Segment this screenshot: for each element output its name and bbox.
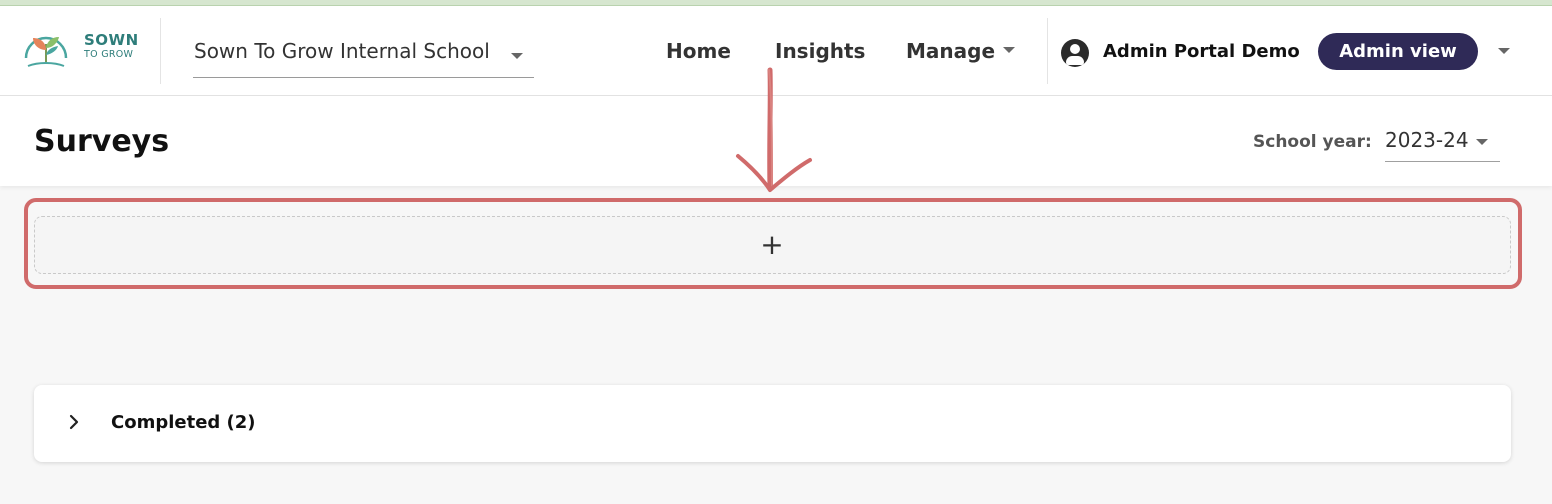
chevron-down-icon[interactable] — [1003, 47, 1015, 53]
nav-manage[interactable]: Manage — [906, 39, 995, 63]
sown-to-grow-logo[interactable]: SOWN TO GROW — [22, 28, 152, 78]
logo-line-1: SOWN — [84, 31, 139, 49]
school-selector-value: Sown To Grow Internal School — [194, 39, 490, 63]
account-icon-head — [1070, 44, 1080, 54]
nav-insights[interactable]: Insights — [775, 39, 865, 63]
logo-wordmark: SOWN TO GROW — [84, 32, 139, 61]
page-title: Surveys — [34, 124, 170, 159]
chevron-down-icon[interactable] — [1498, 48, 1510, 54]
divider — [160, 18, 161, 84]
logo-line-2: TO GROW — [84, 49, 134, 60]
nav-home[interactable]: Home — [666, 39, 731, 63]
school-year-label: School year: — [1253, 132, 1372, 152]
admin-view-badge[interactable]: Admin view — [1318, 33, 1478, 70]
completed-section-label: Completed (2) — [111, 412, 256, 433]
annotation-highlight-box — [24, 198, 1522, 289]
chevron-down-icon — [511, 53, 523, 59]
completed-section[interactable]: Completed (2) — [34, 385, 1511, 462]
account-circle-icon[interactable] — [1061, 39, 1089, 67]
annotation-arrow — [736, 67, 812, 192]
account-name[interactable]: Admin Portal Demo — [1103, 41, 1300, 62]
school-year-selector[interactable]: 2023-24 — [1385, 122, 1500, 162]
divider — [1047, 18, 1048, 84]
logo-mark-icon — [24, 36, 68, 67]
chevron-down-icon — [1476, 139, 1488, 145]
school-year-value: 2023-24 — [1385, 128, 1469, 152]
chevron-right-icon[interactable] — [66, 411, 82, 433]
account-icon-body — [1066, 56, 1084, 65]
school-selector[interactable]: Sown To Grow Internal School — [193, 34, 534, 78]
